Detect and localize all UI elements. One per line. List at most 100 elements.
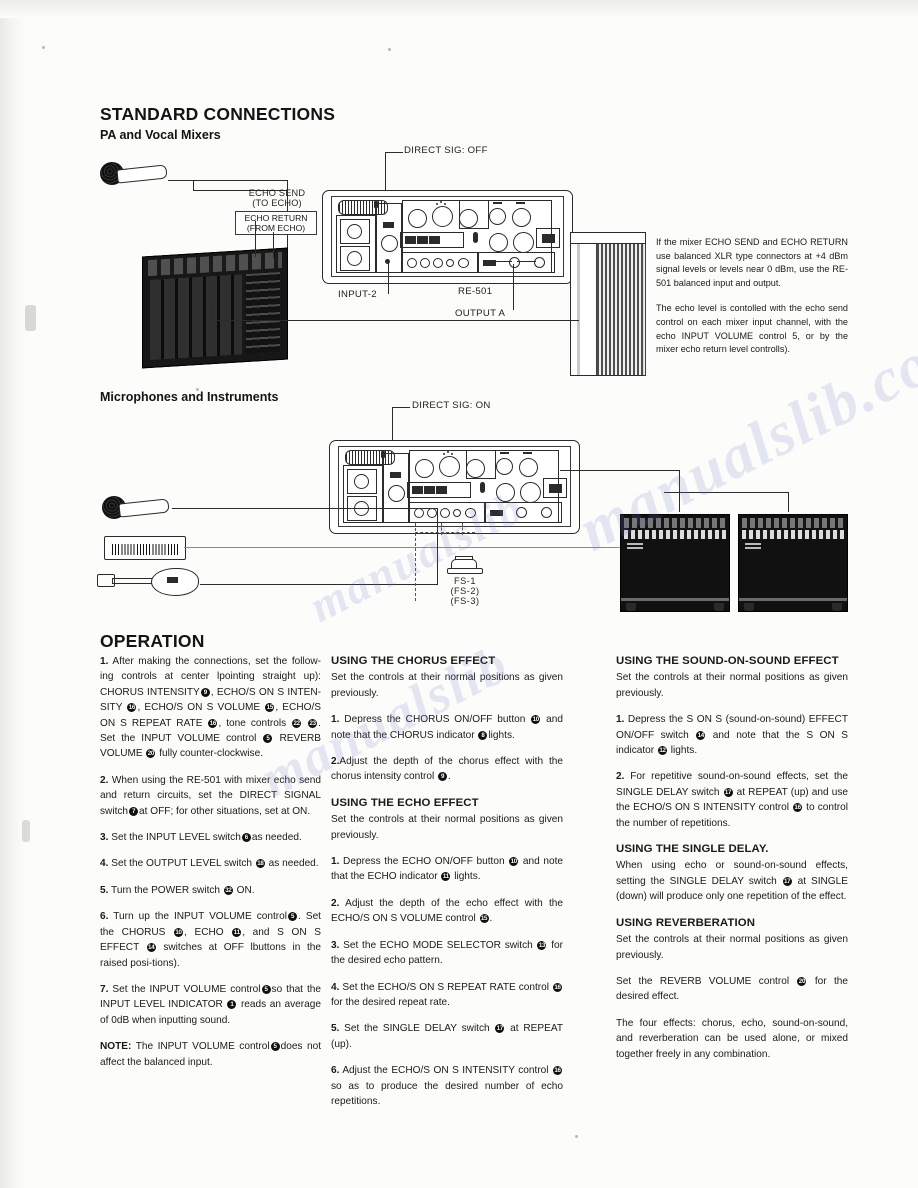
cable-line <box>679 470 680 512</box>
re501-label: RE-501 <box>458 286 493 297</box>
step-7-text: 7. Set the INPUT VOLUME control 5 so that … <box>100 983 321 1026</box>
sos-step-1-text: 1. Depress the S ON S (sound-on-sound) E… <box>616 714 849 757</box>
scan-speck <box>42 46 45 49</box>
leader-line <box>392 407 410 408</box>
step-6-text: 6. Turn up the INPUT VOLUME control 5. Se… <box>100 911 322 969</box>
output-a-label: OUTPUT A <box>455 308 506 319</box>
operation-column-right: USING THE SOUND-ON-SOUND EFFECT Set the c… <box>616 654 848 1073</box>
control-number-badge: 16 <box>553 1066 562 1076</box>
footswitch-dashed-line <box>415 532 475 533</box>
step-number: 3. <box>100 832 109 844</box>
right-knob-group <box>459 200 489 229</box>
scan-speck <box>25 305 36 331</box>
footswitch-dashed-line <box>441 523 442 535</box>
diagram1-note-p1: If the mixer ECHO SEND and ECHO RETURN u… <box>656 237 848 288</box>
control-number-badge: 17 <box>782 876 792 886</box>
knob-indicator-dot <box>436 203 438 205</box>
control-number-badge: 16 <box>793 803 803 813</box>
note-text: NOTE: The INPUT VOLUME control 5 does not … <box>100 1041 321 1068</box>
step-number: 5. <box>331 1023 340 1035</box>
input-volume-knob <box>415 459 434 478</box>
amplifier-illustration <box>620 514 730 612</box>
step-number: 2. <box>100 774 109 786</box>
speaker-cabinet-illustration <box>596 238 646 376</box>
control-number-badge: 11 <box>441 872 451 882</box>
step-4-text: 4. Set the OUTPUT LEVEL switch 18 as nee… <box>100 858 319 870</box>
step-number: 1. <box>331 856 340 868</box>
cable-line <box>437 508 438 584</box>
reverb-heading-text: Set the controls at their normal positio… <box>616 934 848 961</box>
echo-step-1-text: 1. Depress the ECHO ON/OFF button 10 and… <box>331 856 563 883</box>
control-number-badge: 5 <box>261 984 271 994</box>
cable-line <box>255 221 256 257</box>
control-number-badge: 5 <box>288 912 298 922</box>
knob-indicator-dot <box>447 451 449 453</box>
control-number-badge: 15 <box>265 703 275 713</box>
tone-control-knob <box>512 208 531 227</box>
control-number-badge: 11 <box>232 927 242 937</box>
input-level-switch <box>383 222 394 228</box>
control-number-badge: 6 <box>241 833 251 843</box>
control-number-badge: 5 <box>263 734 273 744</box>
chorus-step-1-text: 1. Depress the CHORUS ON/OFF button 10 a… <box>331 714 563 741</box>
operation-column-middle: USING THE CHORUS EFFECT Set the controls … <box>331 654 563 1120</box>
input-jack-1-hole <box>354 474 369 489</box>
cable-line <box>184 547 664 548</box>
amplifier-illustration <box>738 514 848 612</box>
step-1-text: 1. After making the connections, set the… <box>100 656 322 760</box>
output-a-jack <box>509 257 520 268</box>
control-number-badge: 10 <box>509 857 519 867</box>
knob-indicator-dot <box>451 453 453 455</box>
mode-selector-button <box>424 486 435 494</box>
cable-line <box>200 584 438 585</box>
step-5-text: 5. Turn the POWER switch 32 ON. <box>100 884 255 896</box>
footswitch-label-fs1: FS-1 <box>454 576 476 586</box>
speaker-cabinet-top <box>570 232 646 244</box>
control-number-badge: 16 <box>553 982 562 992</box>
footswitch-labels: FS-1 (FS-2) (FS-3) <box>437 576 493 606</box>
chorus-step-2-text: 2.Adjust the depth of the chorus effect … <box>331 756 563 783</box>
tone-control-knob <box>489 208 506 225</box>
output-b-jack <box>541 507 552 518</box>
control-number-badge: 22 <box>292 718 302 728</box>
echo-step-3-text: 3. Set the ECHO MODE SELECTOR switch 13 … <box>331 939 563 967</box>
step-number: 7. <box>100 983 109 995</box>
subsection-title-pa-mixers: PA and Vocal Mixers <box>100 128 221 142</box>
output-a-switch <box>490 510 503 516</box>
leader-line <box>388 262 389 294</box>
microphone-illustration-2 <box>102 492 172 524</box>
mode-selector-button <box>412 486 423 494</box>
operation-column-left: 1. After making the connections, set the… <box>100 654 321 1081</box>
control-number-badge: 20 <box>797 976 807 986</box>
output-volume-knob <box>520 482 541 503</box>
mixer-illustration <box>142 247 288 369</box>
echo-heading-text: Set the controls at their normal positio… <box>331 814 563 841</box>
direct-sig-switch <box>374 201 378 208</box>
echo-step-6-text: 6. Adjust the ECHO/S ON S INTENSITY cont… <box>331 1065 563 1107</box>
control-number-badge: 13 <box>537 940 547 950</box>
input-volume-knob <box>408 209 427 228</box>
chorus-intensity-knob <box>432 206 453 227</box>
control-number-badge: 14 <box>696 730 706 740</box>
echo-return-text: ECHO RETURN <box>244 213 308 223</box>
guitar-illustration <box>97 566 213 596</box>
output-a-jack <box>516 507 527 518</box>
echo-send-text: ECHO SEND <box>248 188 306 198</box>
control-number-badge: 5 <box>270 1042 280 1052</box>
cable-line <box>560 470 680 471</box>
page-edge-shadow-top <box>0 0 918 18</box>
output-jack <box>465 508 476 518</box>
operation-title: OPERATION <box>100 631 205 651</box>
cable-line <box>561 320 579 321</box>
sos-heading: USING THE SOUND-ON-SOUND EFFECT <box>616 655 839 667</box>
power-switch <box>549 484 562 493</box>
input-level-switch <box>390 472 401 478</box>
cable-line <box>212 300 213 320</box>
cable-line <box>168 180 288 181</box>
output-jack <box>414 508 424 518</box>
right-knob-group <box>466 450 496 479</box>
output-jack <box>407 258 417 268</box>
footswitch-dashed-line <box>462 523 463 535</box>
switch-marker <box>516 202 525 204</box>
leader-line <box>385 152 403 153</box>
